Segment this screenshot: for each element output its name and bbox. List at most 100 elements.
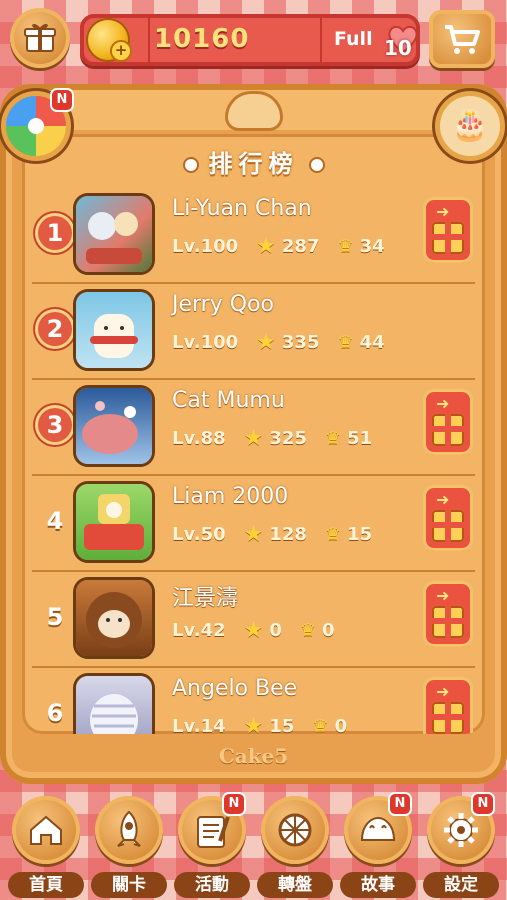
avatar-image — [84, 494, 144, 550]
rocket-icon — [95, 796, 163, 864]
star-count: 335 — [281, 332, 320, 353]
gift-icon — [432, 606, 464, 638]
crown-icon: ♛ — [337, 332, 354, 353]
crown-count: 34 — [359, 236, 385, 257]
star-count: 128 — [269, 524, 307, 545]
send-gift-button[interactable]: ➜ — [426, 488, 470, 548]
crown-count: 0 — [322, 620, 335, 641]
title-ornament — [308, 157, 325, 173]
divider — [148, 18, 150, 62]
crown-icon: ♛ — [337, 236, 354, 257]
rank-badge: 3 — [38, 408, 72, 442]
lives-count: 10 — [384, 36, 412, 60]
send-gift-button[interactable]: ➜ — [426, 680, 470, 734]
rank-badge: 1 — [38, 216, 72, 250]
birthday-cake-button[interactable]: 🎂 — [440, 96, 500, 156]
leaderboard-panel: 排行榜 1 Li-Yuan Chan Lv.100 ★ 287 ♛ 34 ➜ 2 — [0, 84, 507, 784]
avatar — [76, 580, 152, 656]
player-name: Li-Yuan Chan — [172, 196, 312, 221]
leaderboard-row[interactable]: 1 Li-Yuan Chan Lv.100 ★ 287 ♛ 34 ➜ — [32, 186, 475, 284]
nav-label: 故事 — [340, 872, 416, 898]
player-name: Cat Mumu — [172, 388, 285, 413]
player-stats: Lv.50 ★ 128 ♛ 15 — [172, 522, 372, 547]
nav-label: 首頁 — [8, 872, 84, 898]
nav-wheel[interactable]: 轉盤 — [257, 796, 333, 898]
bottom-nav: 首頁 關卡 N 活動 轉盤 N 故事 N 設定 — [0, 790, 507, 900]
avatar — [76, 388, 152, 464]
plus-icon: + — [110, 40, 132, 62]
leaderboard-row[interactable]: 3 Cat Mumu Lv.88 ★ 325 ♛ 51 ➜ — [32, 378, 475, 476]
avatar — [76, 676, 152, 734]
crown-count: 15 — [347, 524, 373, 545]
leaderboard-row[interactable]: 5 江景濤 Lv.42 ★ 0 ♛ 0 ➜ — [32, 570, 475, 668]
star-icon: ★ — [243, 618, 264, 643]
add-coins-button[interactable]: + — [88, 20, 132, 62]
nav-label: 轉盤 — [257, 872, 333, 898]
player-name: Liam 2000 — [172, 484, 289, 509]
nav-settings[interactable]: N 設定 — [423, 794, 499, 898]
star-icon: ★ — [256, 330, 276, 355]
crown-icon: ♛ — [324, 524, 342, 545]
gift-icon — [432, 414, 464, 446]
player-stats: Lv.14 ★ 15 ♛ 0 — [172, 714, 347, 734]
arrow-right-icon: ➜ — [436, 490, 450, 509]
gift-icon — [24, 23, 56, 52]
arrow-right-icon: ➜ — [436, 586, 450, 605]
crown-count: 0 — [334, 716, 348, 734]
player-level: Lv.88 — [172, 428, 226, 449]
leaderboard-row[interactable]: 2 Jerry Qoo Lv.100 ★ 335 ♛ 44 — [32, 282, 475, 380]
rank-number: 6 — [46, 699, 64, 727]
nav-events[interactable]: N 活動 — [174, 794, 250, 898]
player-stats: Lv.42 ★ 0 ♛ 0 — [172, 618, 335, 643]
gift-icon — [432, 510, 464, 542]
nav-label: 關卡 — [91, 872, 167, 898]
lucky-wheel-button[interactable]: N — [6, 90, 72, 156]
new-badge: N — [52, 90, 72, 110]
send-gift-button[interactable]: ➜ — [426, 392, 470, 452]
send-gift-button[interactable]: ➜ — [426, 200, 470, 260]
player-level: Lv.42 — [172, 620, 226, 641]
rank-badge: 2 — [38, 312, 72, 346]
nav-home[interactable]: 首頁 — [8, 796, 84, 898]
send-gift-button[interactable]: ➜ — [426, 584, 470, 644]
avatar-image — [86, 212, 142, 264]
nav-story[interactable]: N 故事 — [340, 794, 416, 898]
nav-levels[interactable]: 關卡 — [91, 796, 167, 898]
crown-icon: ♛ — [324, 428, 342, 449]
avatar-image — [90, 694, 138, 734]
leaderboard-row[interactable]: 4 Liam 2000 Lv.50 ★ 128 ♛ 15 ➜ — [32, 474, 475, 572]
lives-status: Full — [334, 28, 373, 50]
coin-count: 10160 — [154, 24, 250, 54]
wheel-icon — [261, 796, 329, 864]
crown-count: 51 — [347, 428, 373, 449]
player-level: Lv.100 — [172, 332, 239, 353]
player-name: Angelo Bee — [172, 676, 298, 701]
star-icon: ★ — [256, 234, 276, 259]
star-count: 287 — [281, 236, 320, 257]
top-bar: + 10160 Full 10 — [0, 0, 507, 80]
leaderboard-list[interactable]: 排行榜 1 Li-Yuan Chan Lv.100 ★ 287 ♛ 34 ➜ 2 — [22, 134, 485, 734]
nav-label: 活動 — [174, 872, 250, 898]
rank-number: 5 — [46, 603, 64, 631]
star-icon: ★ — [243, 522, 264, 547]
avatar — [76, 196, 152, 272]
gift-icon — [432, 222, 464, 254]
crown-count: 44 — [359, 332, 385, 353]
avatar — [76, 484, 152, 560]
star-icon: ★ — [243, 426, 264, 451]
arrow-right-icon: ➜ — [436, 394, 450, 413]
avatar-image — [86, 592, 142, 648]
player-level: Lv.14 — [172, 716, 226, 734]
star-count: 325 — [269, 428, 307, 449]
new-badge: N — [224, 794, 244, 814]
player-stats: Lv.100 ★ 287 ♛ 34 — [172, 234, 385, 259]
gift-box-button[interactable] — [10, 8, 70, 68]
avatar-image — [82, 401, 138, 454]
new-badge: N — [473, 794, 493, 814]
leaderboard-row[interactable]: 6 Angelo Bee Lv.14 ★ 15 ♛ 0 ➜ — [32, 666, 475, 734]
title-ornament — [182, 157, 199, 173]
avatar-image — [90, 314, 138, 358]
star-icon: ★ — [243, 714, 264, 734]
shop-cart-button[interactable] — [429, 10, 495, 68]
player-name: Jerry Qoo — [172, 292, 274, 317]
